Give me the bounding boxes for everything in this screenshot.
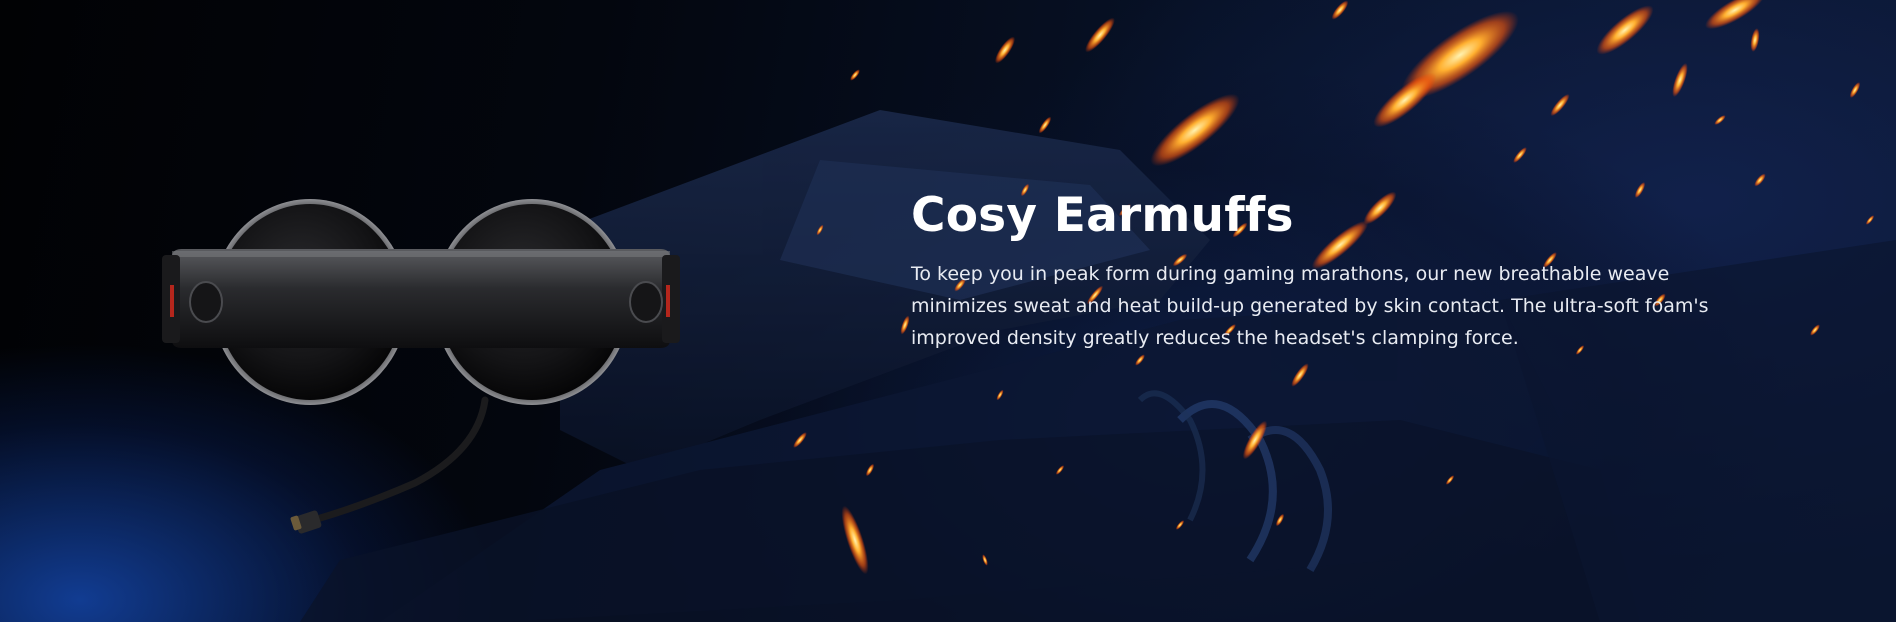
- feature-description: To keep you in peak form during gaming m…: [911, 263, 1709, 349]
- headset-product-image: [162, 199, 680, 534]
- feature-title: Cosy Earmuffs: [911, 188, 1294, 243]
- feature-banner: Cosy Earmuffs To keep you in peak form d…: [0, 0, 1896, 622]
- feature-copy: Cosy Earmuffs To keep you in peak form d…: [911, 186, 1741, 354]
